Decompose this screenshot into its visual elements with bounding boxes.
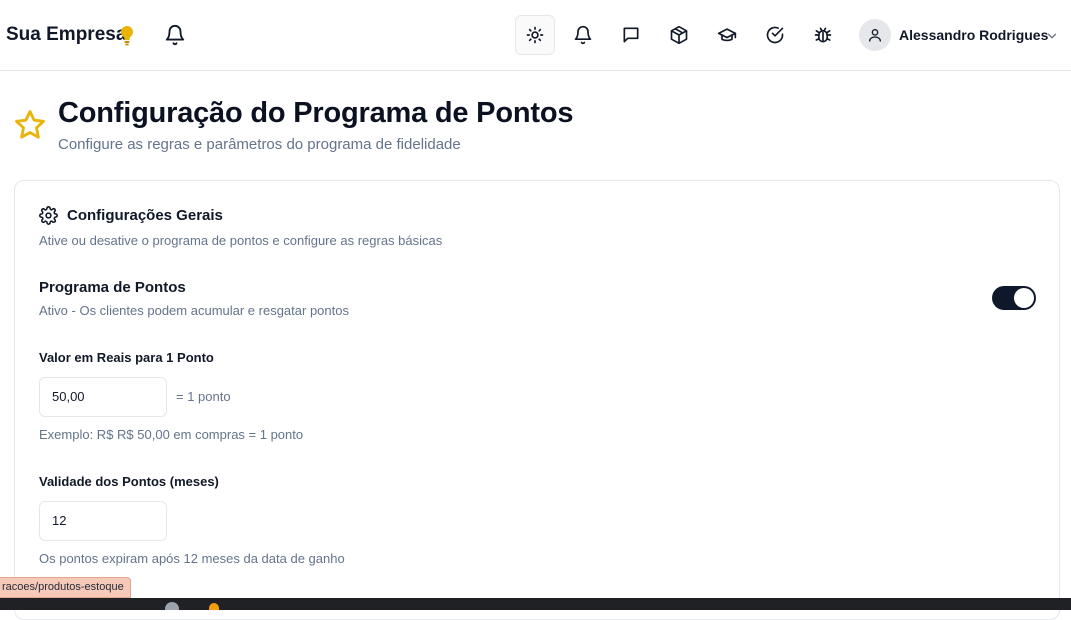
user-icon <box>869 29 881 42</box>
value-per-point-input[interactable]: 50,00 <box>39 377 167 417</box>
training-button[interactable] <box>707 15 747 55</box>
value-field-label: Valor em Reais para 1 Ponto <box>39 350 214 365</box>
top-navigation-bar: Sua Empresa Alessandro Rodrigues <box>0 0 1071 71</box>
notifications-button[interactable] <box>563 15 603 55</box>
star-icon <box>15 110 45 139</box>
theme-toggle-button[interactable] <box>515 15 555 55</box>
program-toggle-switch[interactable] <box>992 286 1036 310</box>
sun-icon <box>526 26 544 44</box>
program-status: Ativo - Os clientes podem acumular e res… <box>39 303 349 318</box>
avatar[interactable] <box>859 19 891 51</box>
os-taskbar <box>0 598 1071 610</box>
value-suffix: = 1 ponto <box>176 389 231 404</box>
page-subtitle: Configure as regras e parâmetros do prog… <box>58 136 461 153</box>
bug-icon <box>814 27 832 43</box>
chevron-down-icon[interactable] <box>1045 29 1059 43</box>
validity-months-input[interactable]: 12 <box>39 501 167 541</box>
bug-report-button[interactable] <box>803 15 843 55</box>
validity-hint: Os pontos expiram após 12 meses da data … <box>39 551 345 566</box>
card-title: Configurações Gerais <box>67 207 223 224</box>
packages-button[interactable] <box>659 15 699 55</box>
page-title: Configuração do Programa de Pontos <box>58 97 574 129</box>
card-description: Ative ou desative o programa de pontos e… <box>39 233 443 248</box>
brand-name[interactable]: Sua Empresa <box>6 24 126 46</box>
link-status-bar: racoes/produtos-estoque <box>0 577 131 598</box>
value-hint: Exemplo: R$ R$ 50,00 em compras = 1 pont… <box>39 427 304 442</box>
bell-icon <box>574 25 592 45</box>
tasks-button[interactable] <box>755 15 795 55</box>
bell-icon[interactable] <box>164 24 186 46</box>
gear-icon <box>39 206 58 225</box>
message-icon <box>623 27 639 43</box>
graduation-cap-icon <box>717 28 737 42</box>
user-name[interactable]: Alessandro Rodrigues <box>899 27 1048 43</box>
toggle-knob <box>1014 288 1034 308</box>
validity-field-label: Validade dos Pontos (meses) <box>39 474 219 489</box>
check-circle-icon <box>766 26 784 44</box>
lightbulb-icon <box>121 26 133 46</box>
messages-button[interactable] <box>611 15 651 55</box>
package-icon <box>670 25 688 45</box>
program-label: Programa de Pontos <box>39 279 186 296</box>
taskbar-app-icon[interactable] <box>209 603 219 610</box>
taskbar-app-icon[interactable] <box>165 602 179 610</box>
